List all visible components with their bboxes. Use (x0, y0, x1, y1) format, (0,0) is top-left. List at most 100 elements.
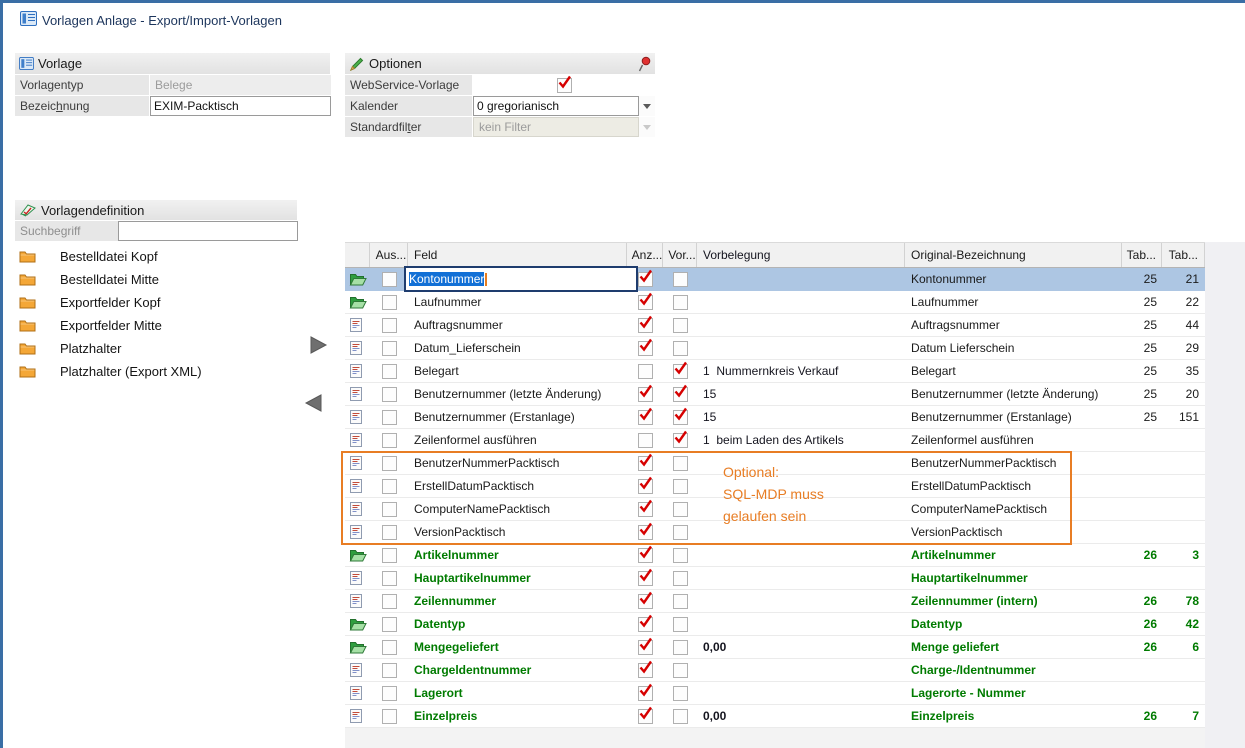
kalender-input[interactable] (473, 96, 639, 116)
anzeigen-checkbox[interactable] (638, 364, 653, 379)
aus-checkbox[interactable] (382, 571, 397, 586)
table-row[interactable]: Mengegeliefert0,00Menge geliefert266 (345, 636, 1205, 659)
vorbelegen-checkbox[interactable] (673, 571, 688, 586)
feld-cell[interactable]: Datentyp (408, 613, 627, 635)
anzeigen-checkbox[interactable] (638, 709, 653, 724)
aus-checkbox[interactable] (382, 318, 397, 333)
table-row[interactable]: Benutzernummer (letzte Änderung)15Benutz… (345, 383, 1205, 406)
feld-cell[interactable]: BenutzerNummerPacktisch (408, 452, 627, 474)
suchbegriff-input[interactable] (118, 221, 298, 241)
feld-cell[interactable]: Belegart (408, 360, 627, 382)
feld-cell[interactable]: Kontonummer (408, 268, 627, 290)
table-row[interactable]: ArtikelnummerArtikelnummer263 (345, 544, 1205, 567)
vorbelegen-checkbox[interactable] (673, 272, 688, 287)
vorbelegen-checkbox[interactable] (673, 318, 688, 333)
vorbelegen-checkbox[interactable] (673, 410, 688, 425)
table-row[interactable]: Belegart1 Nummernkreis VerkaufBelegart25… (345, 360, 1205, 383)
aus-checkbox[interactable] (382, 594, 397, 609)
aus-checkbox[interactable] (382, 709, 397, 724)
column-header-vorbelegung[interactable]: Vorbelegung (697, 243, 905, 267)
table-row[interactable]: Einzelpreis0,00Einzelpreis267 (345, 705, 1205, 728)
feld-cell[interactable]: Laufnummer (408, 291, 627, 313)
feld-cell[interactable]: Lagerort (408, 682, 627, 704)
anzeigen-checkbox[interactable] (638, 640, 653, 655)
vorbelegen-checkbox[interactable] (673, 295, 688, 310)
anzeigen-checkbox[interactable] (638, 410, 653, 425)
aus-checkbox[interactable] (382, 525, 397, 540)
aus-checkbox[interactable] (382, 617, 397, 632)
vorbelegen-checkbox[interactable] (673, 479, 688, 494)
vorbelegen-checkbox[interactable] (673, 456, 688, 471)
feld-cell[interactable]: Benutzernummer (Erstanlage) (408, 406, 627, 428)
vorbelegen-checkbox[interactable] (673, 387, 688, 402)
aus-checkbox[interactable] (382, 502, 397, 517)
table-row[interactable]: LagerortLagerorte - Nummer (345, 682, 1205, 705)
table-row[interactable]: ComputerNamePacktischComputerNamePacktis… (345, 498, 1205, 521)
aus-checkbox[interactable] (382, 272, 397, 287)
aus-checkbox[interactable] (382, 479, 397, 494)
anzeigen-checkbox[interactable] (638, 571, 653, 586)
table-row[interactable]: ErstellDatumPacktischErstellDatumPacktis… (345, 475, 1205, 498)
table-row[interactable]: Benutzernummer (Erstanlage)15Benutzernum… (345, 406, 1205, 429)
folder-item[interactable]: Platzhalter (15, 337, 218, 360)
feld-cell[interactable]: Mengegeliefert (408, 636, 627, 658)
webservice-vorlage-checkbox[interactable] (557, 78, 572, 93)
table-row[interactable]: ZeilennummerZeilennummer (intern)2678 (345, 590, 1205, 613)
feld-cell[interactable]: Datum_Lieferschein (408, 337, 627, 359)
column-header-original-bezeichnung[interactable]: Original-Bezeichnung (905, 243, 1122, 267)
vorbelegen-checkbox[interactable] (673, 341, 688, 356)
vorbelegen-checkbox[interactable] (673, 617, 688, 632)
table-row[interactable]: DatentypDatentyp2642 (345, 613, 1205, 636)
vorbelegen-checkbox[interactable] (673, 686, 688, 701)
feld-cell[interactable]: Artikelnummer (408, 544, 627, 566)
anzeigen-checkbox[interactable] (638, 502, 653, 517)
column-header-aus[interactable]: Aus... (370, 243, 408, 267)
anzeigen-checkbox[interactable] (638, 341, 653, 356)
table-row[interactable]: HauptartikelnummerHauptartikelnummer (345, 567, 1205, 590)
column-header-anz[interactable]: Anz... (627, 243, 663, 267)
anzeigen-checkbox[interactable] (638, 663, 653, 678)
aus-checkbox[interactable] (382, 295, 397, 310)
anzeigen-checkbox[interactable] (638, 387, 653, 402)
table-row[interactable]: Zeilenformel ausführen1 beim Laden des A… (345, 429, 1205, 452)
feld-cell[interactable]: ErstellDatumPacktisch (408, 475, 627, 497)
anzeigen-checkbox[interactable] (638, 433, 653, 448)
anzeigen-checkbox[interactable] (638, 295, 653, 310)
aus-checkbox[interactable] (382, 387, 397, 402)
column-header-feld[interactable]: Feld (408, 243, 627, 267)
table-row[interactable]: LaufnummerLaufnummer2522 (345, 291, 1205, 314)
aus-checkbox[interactable] (382, 433, 397, 448)
bezeichnung-input[interactable] (150, 96, 331, 116)
vorbelegen-checkbox[interactable] (673, 525, 688, 540)
vorbelegen-checkbox[interactable] (673, 640, 688, 655)
vorbelegen-checkbox[interactable] (673, 594, 688, 609)
aus-checkbox[interactable] (382, 640, 397, 655)
column-header-icon[interactable] (345, 243, 370, 267)
anzeigen-checkbox[interactable] (638, 617, 653, 632)
anzeigen-checkbox[interactable] (638, 456, 653, 471)
table-row[interactable]: BenutzerNummerPacktischBenutzerNummerPac… (345, 452, 1205, 475)
vorbelegen-checkbox[interactable] (673, 433, 688, 448)
aus-checkbox[interactable] (382, 341, 397, 356)
aus-checkbox[interactable] (382, 410, 397, 425)
anzeigen-checkbox[interactable] (638, 686, 653, 701)
table-row[interactable]: ChargeldentnummerCharge-/Identnummer (345, 659, 1205, 682)
aus-checkbox[interactable] (382, 686, 397, 701)
feld-cell[interactable]: Auftragsnummer (408, 314, 627, 336)
column-header-tab-1[interactable]: Tab... (1122, 243, 1162, 267)
folder-item[interactable]: Exportfelder Kopf (15, 291, 218, 314)
feld-cell[interactable]: Zeilenformel ausführen (408, 429, 627, 451)
anzeigen-checkbox[interactable] (638, 548, 653, 563)
folder-item[interactable]: Exportfelder Mitte (15, 314, 218, 337)
aus-checkbox[interactable] (382, 548, 397, 563)
feld-cell[interactable]: VersionPacktisch (408, 521, 627, 543)
anzeigen-checkbox[interactable] (638, 479, 653, 494)
folder-item[interactable]: Bestelldatei Mitte (15, 268, 218, 291)
vorbelegen-checkbox[interactable] (673, 709, 688, 724)
anzeigen-checkbox[interactable] (638, 594, 653, 609)
aus-checkbox[interactable] (382, 663, 397, 678)
aus-checkbox[interactable] (382, 456, 397, 471)
feld-editor[interactable]: Kontonummer (404, 266, 638, 292)
table-row[interactable]: VersionPacktischVersionPacktisch (345, 521, 1205, 544)
move-right-button[interactable] (307, 334, 329, 356)
